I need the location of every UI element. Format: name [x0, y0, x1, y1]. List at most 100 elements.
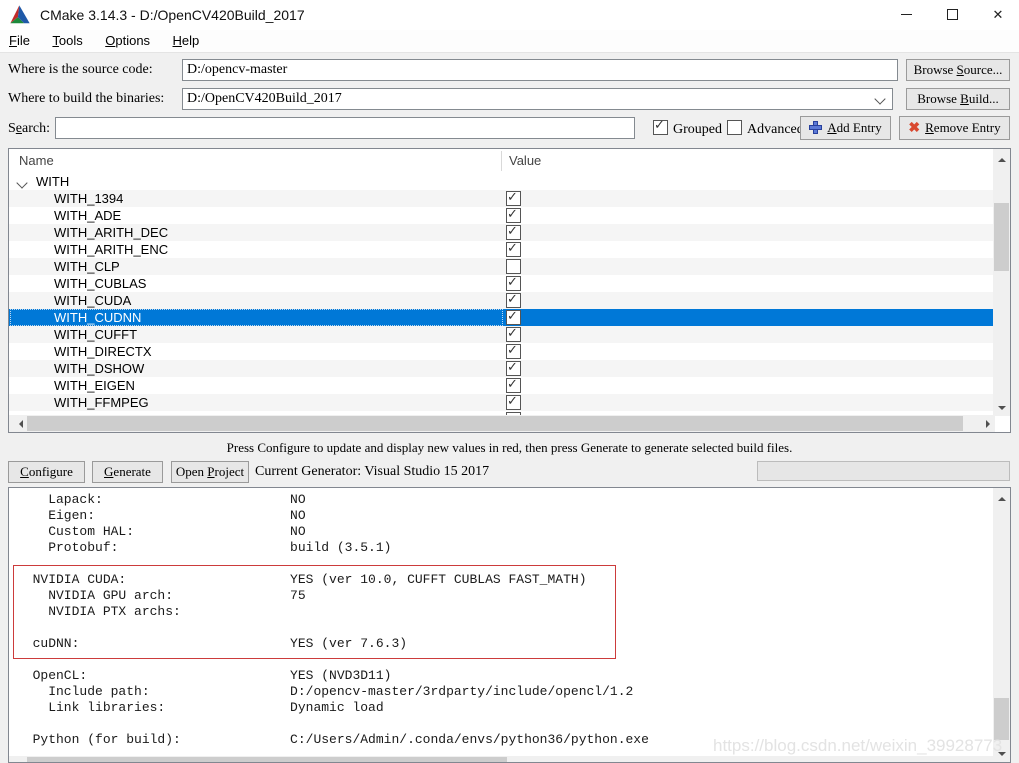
source-path-label: Where is the source code: — [8, 62, 153, 78]
grouped-label: Grouped — [673, 122, 722, 137]
title-bar: CMake 3.14.3 - D:/OpenCV420Build_2017 ✕ — [0, 0, 1019, 30]
cmake-logo-icon — [9, 4, 31, 26]
current-generator-text: Current Generator: Visual Studio 15 2017 — [255, 464, 489, 480]
build-path-combobox[interactable]: D:/OpenCV420Build_2017 — [182, 88, 893, 110]
variables-table: Name Value WITHWITH_1394WITH_ADEWITH_ARI… — [8, 148, 1011, 433]
browse-build-button[interactable]: Browse Build... — [906, 88, 1010, 110]
build-path-value: D:/OpenCV420Build_2017 — [187, 91, 342, 106]
menu-options[interactable]: Options — [96, 30, 159, 48]
maximize-button[interactable] — [930, 0, 974, 30]
variable-name: WITH_CUDA — [9, 292, 993, 309]
table-row[interactable]: WITH_CUDA — [9, 292, 993, 309]
log-scroll-up-icon[interactable] — [993, 488, 1010, 505]
advanced-checkbox-box[interactable] — [727, 120, 742, 135]
value-checkbox[interactable] — [506, 293, 521, 308]
remove-entry-button[interactable]: ✖ Remove Entry — [899, 116, 1010, 140]
minimize-button[interactable] — [884, 0, 928, 30]
value-checkbox[interactable] — [506, 276, 521, 291]
log-vscrollbar[interactable] — [993, 488, 1010, 762]
menu-tools[interactable]: Tools — [43, 30, 91, 48]
configure-button[interactable]: Configure — [8, 461, 85, 483]
value-checkbox[interactable] — [506, 378, 521, 393]
variable-name: WITH_1394 — [9, 190, 993, 207]
variable-name: WITH_DSHOW — [9, 360, 993, 377]
log-hscrollbar[interactable] — [9, 756, 995, 763]
value-checkbox[interactable] — [506, 191, 521, 206]
minimize-icon — [901, 14, 912, 15]
scroll-left-icon[interactable] — [9, 415, 26, 432]
table-hscroll-thumb[interactable] — [27, 416, 963, 431]
column-header-value[interactable]: Value — [509, 153, 541, 168]
close-button[interactable]: ✕ — [976, 0, 1019, 30]
add-entry-label: Add Entry — [827, 120, 882, 135]
value-checkbox[interactable] — [506, 225, 521, 240]
open-project-button[interactable]: Open Project — [171, 461, 249, 483]
value-checkbox[interactable] — [506, 259, 521, 274]
tree-rows: WITHWITH_1394WITH_ADEWITH_ARITH_DECWITH_… — [9, 173, 993, 415]
value-checkbox[interactable] — [506, 344, 521, 359]
source-path-input[interactable]: D:/opencv-master — [182, 59, 898, 81]
menu-bar: File Tools Options Help — [0, 30, 1019, 53]
value-checkbox[interactable] — [506, 310, 521, 325]
plus-icon — [809, 121, 822, 134]
table-row[interactable]: WITH_FFMPEG — [9, 394, 993, 411]
browse-source-button[interactable]: Browse Source... — [906, 59, 1010, 81]
variable-name: WITH_ARITH_ENC — [9, 241, 993, 258]
chevron-down-icon[interactable] — [874, 93, 885, 104]
progress-bar — [757, 461, 1010, 481]
value-checkbox[interactable] — [506, 242, 521, 257]
table-row[interactable]: WITH_1394 — [9, 190, 993, 207]
build-path-label: Where to build the binaries: — [8, 91, 164, 107]
scroll-down-icon[interactable] — [993, 399, 1010, 416]
table-row[interactable]: WITH_CLP — [9, 258, 993, 275]
column-divider[interactable] — [501, 151, 502, 171]
selection-focus-rect — [10, 309, 503, 326]
value-checkbox[interactable] — [506, 208, 521, 223]
table-hscrollbar[interactable] — [9, 415, 995, 432]
variable-name: WITH_EIGEN — [9, 377, 993, 394]
value-checkbox[interactable] — [506, 395, 521, 410]
table-row[interactable]: WITH_ADE — [9, 207, 993, 224]
log-hscroll-thumb[interactable] — [27, 757, 507, 763]
table-row[interactable]: WITH_ARITH_ENC — [9, 241, 993, 258]
variable-name: WITH_ADE — [9, 207, 993, 224]
remove-entry-label: Remove Entry — [925, 120, 1000, 135]
cmake-window: CMake 3.14.3 - D:/OpenCV420Build_2017 ✕ … — [0, 0, 1019, 763]
scroll-right-icon[interactable] — [978, 415, 995, 432]
table-row[interactable]: WITH_EIGEN — [9, 377, 993, 394]
variable-name: WITH_CUFFT — [9, 326, 993, 343]
table-row[interactable]: WITH_CUDNN — [9, 309, 993, 326]
log-vscroll-thumb[interactable] — [994, 698, 1009, 740]
menu-file[interactable]: File — [0, 30, 39, 48]
variable-name: WITH_FFMPEG — [9, 394, 993, 411]
table-row[interactable]: WITH_ARITH_DEC — [9, 224, 993, 241]
add-entry-button[interactable]: Add Entry — [800, 116, 891, 140]
value-checkbox[interactable] — [506, 327, 521, 342]
generate-button[interactable]: Generate — [92, 461, 163, 483]
menu-help[interactable]: Help — [164, 30, 209, 48]
group-label: WITH — [9, 173, 993, 190]
column-header-name[interactable]: Name — [19, 153, 54, 168]
variable-name: WITH_CUBLAS — [9, 275, 993, 292]
table-row[interactable]: WITH_CUFFT — [9, 326, 993, 343]
grouped-checkbox-box[interactable] — [653, 120, 668, 135]
value-checkbox[interactable] — [506, 361, 521, 376]
table-group-row[interactable]: WITH — [9, 173, 993, 190]
watermark-text: https://blog.csdn.net/weixin_39928773 — [713, 736, 1002, 756]
table-row[interactable]: WITH_DSHOW — [9, 360, 993, 377]
close-icon: ✕ — [993, 7, 1004, 22]
table-row[interactable]: WITH_CUBLAS — [9, 275, 993, 292]
scroll-up-icon[interactable] — [993, 149, 1010, 166]
cuda-highlight-box — [13, 565, 616, 659]
table-row[interactable]: WITH_DIRECTX — [9, 343, 993, 360]
grouped-checkbox[interactable]: Grouped — [653, 120, 722, 138]
table-header: Name Value — [9, 149, 993, 174]
table-vscroll-thumb[interactable] — [994, 203, 1009, 271]
search-label: Search: — [8, 121, 50, 137]
x-icon: ✖ — [908, 121, 920, 136]
advanced-checkbox[interactable]: Advanced — [727, 120, 804, 138]
output-log[interactable]: Lapack: NO Eigen: NO Custom HAL: NO Prot… — [8, 487, 1011, 763]
table-vscrollbar[interactable] — [993, 149, 1010, 416]
search-input[interactable] — [55, 117, 635, 139]
maximize-icon — [947, 9, 958, 20]
